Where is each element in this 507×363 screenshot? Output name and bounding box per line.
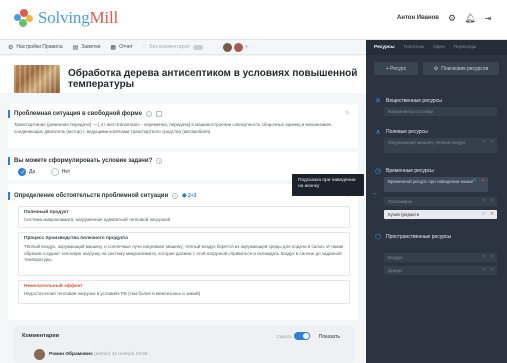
comment-icon[interactable]: … [155,111,162,117]
edit-icon[interactable]: ✎ [482,139,486,146]
hide-comments-label[interactable]: Скрыть [277,334,292,339]
bell-icon[interactable]: 🔔︎ [464,13,475,23]
toolbar: ⚙ Настройки Правила ▤ Заметки ▦ Отчет ◌ Без … [0,40,366,55]
avatar [34,349,45,360]
app-header: SolvingMill Антон Иванов ⚙ 🔔︎ ⇥ [0,0,507,40]
cube-icon: ⬡ [374,234,382,241]
comments-switch[interactable] [192,44,203,50]
delete-icon[interactable]: ✕ [481,178,485,185]
delete-icon[interactable]: ✕ [490,198,494,205]
help-icon[interactable]: ? [156,158,163,164]
clock-icon: ◷ [374,168,382,175]
problem-section: Проблемная ситуация в свободной форме ? … [8,104,358,148]
comments-toggle[interactable]: ◌ Без комментария [143,44,203,50]
avatar[interactable] [222,42,232,52]
help-icon[interactable]: ? [172,193,179,199]
edit-icon[interactable]: ✎ [482,267,486,274]
show-comments-label[interactable]: Показать [319,334,340,340]
gear-icon: ⚙ [8,44,14,51]
cancel-icon[interactable]: ✕ [490,211,494,218]
report-icon: ▦ [110,44,117,51]
radio-no[interactable]: Нет [50,168,70,176]
edit-icon[interactable]: ✎ [473,178,477,185]
radio-checked-icon [18,168,26,176]
resource-item[interactable]: Компоненты системы [384,107,497,116]
section-time-resources[interactable]: ◷ Временные ресурсы [374,167,434,175]
problem-text: Транспортиная (ременная передача) — [ от… [14,122,333,134]
resource-counter[interactable]: ⬢ 2+3 [182,193,196,199]
section-marker [8,157,10,165]
section-title: Проблемная ситуация в свободной форме [14,111,142,117]
tab-transitions[interactable]: Переходы [454,45,477,50]
logout-icon[interactable]: ⇥ [483,13,493,23]
resource-item[interactable]: Пассажиры ✎ ✕ [384,197,497,206]
comments-panel: Комментарии Скрыть Показать Роман Обрамо… [14,326,354,363]
edit-icon[interactable]: ✎ [345,110,350,117]
arrow-left-icon[interactable]: ← [372,190,379,197]
resource-item[interactable]: Окружающий машину тёплый воздух ✎ ✕ [384,138,497,153]
gear-icon[interactable]: ⚙ [447,13,457,23]
resource-item-hover[interactable]: Временной ресурс при наведении мыши ✎ ✕ [384,177,488,192]
collaborators: + [222,42,249,52]
edit-icon[interactable]: ✎ [482,254,486,261]
production-process-box[interactable]: Процесс производства полезного продукта … [18,232,350,276]
edit-icon[interactable]: ✎ [482,198,486,205]
notes-icon: ▤ [72,44,79,51]
comment-author: Роман Обрамович (admin) 12 ноября 19:59 [49,352,148,357]
main-content: ⚙ Настройки Правила ▤ Заметки ▦ Отчет ◌ Без … [0,40,366,363]
resource-finder-button[interactable]: ⚙ Поисковик ресурсов [423,62,499,75]
logo[interactable]: SolvingMill [14,8,118,28]
delete-icon[interactable]: ✕ [490,254,494,261]
comment-icon: ◌ [142,44,147,50]
section-title: Вы можете сформулировать условие задачи? [14,158,153,164]
close-icon: ✕ [375,98,381,105]
chevron-up-icon: ∧ [375,129,381,136]
avatar[interactable] [233,42,243,52]
tooltip: Подсказка при наведении на иконку [292,174,364,196]
section-marker [8,192,10,200]
add-collaborator-icon[interactable]: + [245,44,249,51]
tab-resources[interactable]: Ресурсы [374,45,395,50]
resource-item-editing[interactable]: Кузов (редакти ✓ ✕ [384,210,497,219]
resources-panel: Ресурсы Гипотезы Идеи Переходы + Ресурс … [366,40,507,363]
notes-button[interactable]: ▤ Заметки [73,44,101,51]
comments-title: Комментарии [22,333,60,339]
gear-icon: ⚙ [433,65,439,72]
settings-rules-button[interactable]: ⚙ Настройки Правила [8,44,63,51]
circumstances-section: Определение обстоятельств проблемной сит… [8,184,358,320]
undesired-effect-box[interactable]: Нежелательный эффект Недостаточная тепло… [18,280,350,304]
page-header: Обработка дерева антисептиком в условиях… [0,56,366,93]
section-marker [8,110,10,118]
section-title: Определение обстоятельств проблемной сит… [14,193,169,199]
section-material-resources[interactable]: ✕ Вещественные ресурсы [374,97,442,105]
user-name[interactable]: Антон Иванов [397,15,439,21]
delete-icon[interactable]: ✕ [490,139,494,146]
report-button[interactable]: ▦ Отчет [110,44,132,51]
help-icon[interactable]: ? [145,111,152,117]
useful-product-box[interactable]: Полезный продукт Система микроклимата, н… [18,206,350,228]
task-thumbnail [14,65,60,93]
confirm-icon[interactable]: ✓ [482,211,486,218]
add-resource-button[interactable]: + Ресурс [374,62,418,75]
section-space-resources[interactable]: ⬡ Пространственные ресурсы [374,233,451,241]
radio-unchecked-icon [50,168,59,176]
resource-item[interactable]: Воздух ✎ ✕ [384,253,497,262]
tab-hypotheses[interactable]: Гипотезы [404,45,425,50]
logo-text: SolvingMill [38,8,119,27]
section-field-resources[interactable]: ∧ Полевые ресурсы [374,128,427,136]
page-title: Обработка дерева антисептиком в условиях… [68,68,358,90]
resource-item[interactable]: Дожди ✎ ✕ [384,266,497,275]
tab-ideas[interactable]: Идеи [433,45,445,50]
panel-tabs: Ресурсы Гипотезы Идеи Переходы [366,40,507,55]
delete-icon[interactable]: ✕ [490,267,494,274]
logo-icon [14,8,34,28]
comments-visibility-toggle[interactable] [294,332,310,340]
radio-yes[interactable]: Да [18,168,35,176]
